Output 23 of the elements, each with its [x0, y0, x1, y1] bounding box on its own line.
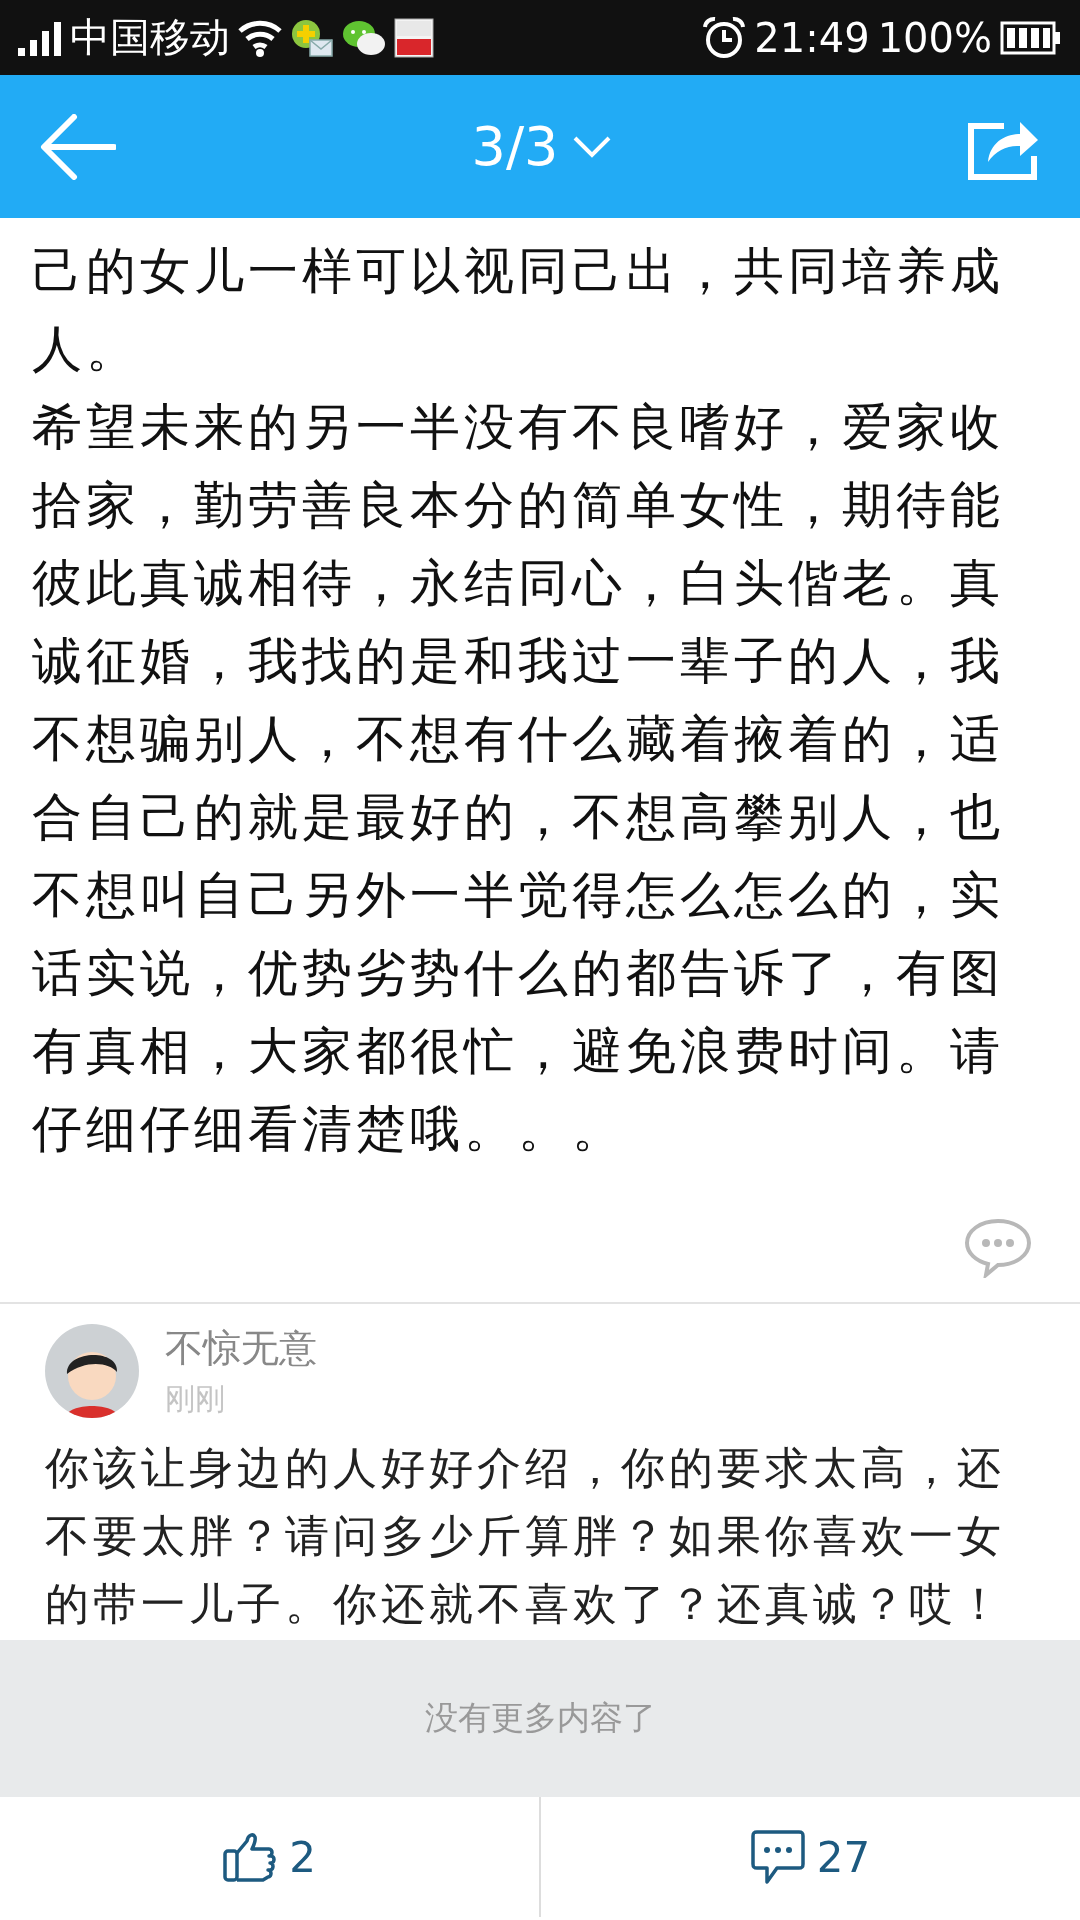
battery-percent: 100% [877, 14, 992, 61]
chevron-down-icon [572, 134, 613, 159]
comment-author[interactable]: 不惊无意 [165, 1320, 317, 1376]
comment-time: 刚刚 [165, 1380, 226, 1418]
chat-bubbles-icon [342, 18, 386, 57]
comment-text: 你该让身边的人好好介绍，你的要求太高，还不要太胖？请问多少斤算胖？如果你喜欢一女的带一儿子。你还就不喜欢了？还真诚？哎！ [45, 1441, 1006, 1631]
carrier-name: 中国移动 [70, 13, 230, 62]
comments-button[interactable]: 27 [541, 1797, 1080, 1917]
mail-notification-icon [290, 17, 334, 58]
speech-bubble-icon [750, 1830, 805, 1884]
back-arrow-icon[interactable] [40, 113, 116, 180]
wifi-icon [238, 18, 282, 57]
alarm-icon [702, 15, 747, 60]
battery-icon [1000, 20, 1062, 55]
clock-time: 21:49 [754, 14, 870, 61]
article-paragraph: 希望未来的另一半没有不良嗜好，爱家收拾家，勤劳善良本分的简单女性，期待能彼此真诚相待，永结同心，白头偕老。真诚征婚，我找的是和我过一辈子的人，我不想骗别人，不想有什么藏着掖着的，适合自己的就是最好的，不想高攀别人，也不想叫自己另外一半觉得怎么怎么的，实话实说，优势劣势什么的都告诉了，有图有真相，大家都很忙，避免浪费时间。请仔细仔细看清楚哦。。。 [32, 397, 1005, 1160]
like-button[interactable]: 2 [0, 1797, 539, 1917]
thumbs-up-icon [223, 1831, 278, 1883]
signal-icon [18, 19, 62, 56]
end-of-content-notice: 没有更多内容了 [424, 1697, 656, 1739]
article-paragraph: 己的女儿一样可以视同己出，共同培养成人。 [32, 241, 1005, 380]
video-app-icon [394, 17, 434, 58]
comment-bubble-icon[interactable] [964, 1218, 1032, 1278]
